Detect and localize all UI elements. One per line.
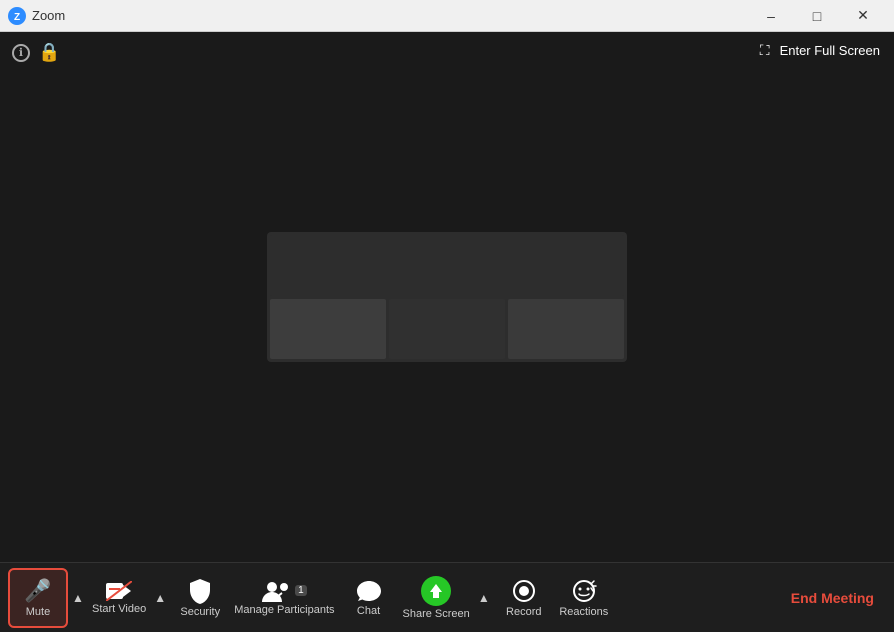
reactions-icon (571, 578, 597, 604)
chat-button[interactable]: Chat (339, 568, 399, 628)
share-screen-button[interactable]: Share Screen (399, 568, 474, 628)
video-cell-bottom-left (270, 299, 386, 360)
app-icon: Z (8, 7, 26, 25)
fullscreen-icon: ⛶ (760, 42, 770, 59)
minimize-button[interactable]: – (748, 0, 794, 32)
chevron-up-icon-3: ▲ (478, 591, 490, 605)
window-controls: – □ ✕ (748, 0, 886, 32)
shield-icon (188, 578, 212, 604)
video-cell-bottom-right (508, 299, 624, 360)
video-cell-top (270, 235, 624, 296)
mute-label: Mute (26, 606, 50, 618)
close-button[interactable]: ✕ (840, 0, 886, 32)
share-screen-label: Share Screen (403, 608, 470, 620)
info-icon[interactable]: ℹ (12, 44, 30, 62)
reactions-button[interactable]: Reactions (554, 568, 614, 628)
start-video-label: Start Video (92, 603, 146, 615)
share-arrow-button[interactable]: ▲ (474, 568, 494, 628)
mic-icon: 🎤 (24, 578, 51, 604)
video-arrow-button[interactable]: ▲ (150, 568, 170, 628)
video-grid (267, 232, 627, 362)
participants-icon: 1 (262, 580, 307, 602)
chevron-up-icon: ▲ (72, 591, 84, 605)
reactions-label: Reactions (559, 606, 608, 618)
start-video-button[interactable]: Start Video (88, 568, 150, 628)
chat-label: Chat (357, 605, 380, 617)
fullscreen-button[interactable]: ⛶ Enter Full Screen (760, 42, 880, 59)
participants-count: 1 (295, 585, 307, 596)
security-label: Security (180, 606, 220, 618)
record-button[interactable]: Record (494, 568, 554, 628)
maximize-button[interactable]: □ (794, 0, 840, 32)
record-icon (511, 578, 537, 604)
record-label: Record (506, 606, 541, 618)
app-title: Zoom (32, 8, 748, 23)
mute-button[interactable]: 🎤 Mute (8, 568, 68, 628)
participants-button[interactable]: 1 Manage Participants (230, 568, 338, 628)
svg-text:Z: Z (14, 12, 20, 23)
video-icon (106, 581, 132, 601)
participants-label: Manage Participants (234, 604, 334, 616)
main-video-area: ℹ 🔒 ⛶ Enter Full Screen (0, 32, 894, 562)
share-screen-icon (421, 576, 451, 606)
title-bar: Z Zoom – □ ✕ (0, 0, 894, 32)
chevron-up-icon-2: ▲ (154, 591, 166, 605)
video-cell-bottom-mid (389, 299, 505, 360)
top-left-status: ℹ 🔒 (12, 42, 60, 63)
security-button[interactable]: Security (170, 568, 230, 628)
mute-arrow-button[interactable]: ▲ (68, 568, 88, 628)
toolbar: 🎤 Mute ▲ Start Video ▲ Security (0, 562, 894, 632)
chat-icon (356, 579, 382, 603)
lock-icon: 🔒 (38, 42, 60, 63)
end-meeting-button[interactable]: End Meeting (779, 590, 886, 606)
